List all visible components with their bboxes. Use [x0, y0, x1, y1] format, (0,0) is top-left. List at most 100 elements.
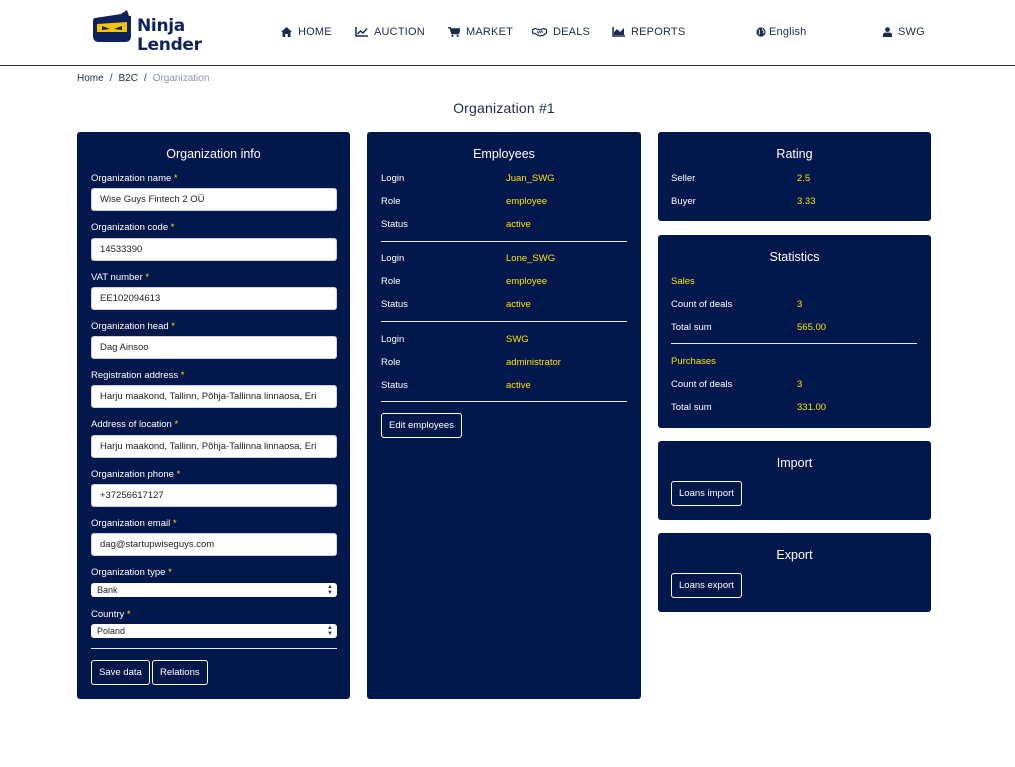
cart-icon: [448, 27, 460, 37]
employee-divider: [381, 321, 627, 322]
export-card: Export Loans export: [658, 533, 931, 612]
purchases-heading: Purchases: [671, 356, 716, 367]
registration-address-input[interactable]: Harju maakond, Tallinn, Põhja-Tallinna l…: [91, 385, 337, 408]
employee-status-label: Status: [381, 299, 408, 310]
employee-role-value: employee: [506, 276, 548, 287]
breadcrumb-home[interactable]: Home: [77, 73, 104, 84]
nav-reports-label: REPORTS: [631, 26, 686, 38]
organization-name-input[interactable]: Wise Guys Fintech 2 OÜ: [91, 188, 337, 211]
organization-info-title: Organization info: [166, 147, 261, 161]
organization-code-label: Organization code *: [91, 222, 175, 233]
address-of-location-label: Address of location *: [91, 419, 179, 430]
rating-title: Rating: [776, 147, 813, 161]
registration-address-label: Registration address *: [91, 370, 185, 381]
address-of-location-input[interactable]: Harju maakond, Tallinn, Põhja-Tallinna l…: [91, 435, 337, 458]
purchases-count-label: Count of deals: [671, 379, 733, 390]
brand-name: Ninja Lender: [137, 17, 202, 55]
brand-line-2: Lender: [137, 35, 202, 55]
loans-import-button[interactable]: Loans import: [671, 481, 742, 506]
export-title: Export: [776, 548, 813, 562]
user-icon: [883, 27, 892, 37]
language-label: English: [769, 26, 807, 38]
sales-count-label: Count of deals: [671, 299, 733, 310]
nav-deals[interactable]: DEALS: [532, 24, 590, 40]
nav-auction-label: AUCTION: [374, 26, 425, 38]
nav-auction[interactable]: AUCTION: [355, 24, 425, 40]
page-title: Organization #1: [453, 100, 555, 116]
employee-divider: [381, 401, 627, 402]
organization-info-card: Organization info Organization name * Wi…: [77, 132, 350, 699]
employee-role-value: employee: [506, 196, 548, 207]
save-data-button[interactable]: Save data: [91, 660, 150, 685]
organization-code-input[interactable]: 14533390: [91, 238, 337, 261]
loans-export-button[interactable]: Loans export: [671, 573, 742, 598]
buyer-rating-value: 3.33: [797, 196, 816, 207]
import-title: Import: [776, 456, 813, 470]
language-selector[interactable]: English: [756, 24, 806, 40]
edit-employees-button[interactable]: Edit employees: [381, 413, 462, 438]
country-value: Poland: [97, 626, 126, 636]
organization-type-value: Bank: [97, 585, 118, 595]
nav-home[interactable]: HOME: [281, 24, 332, 40]
organization-phone-input[interactable]: +37256617127: [91, 484, 337, 507]
select-arrows-icon: ▲ ▼: [327, 584, 333, 596]
organization-name-label: Organization name *: [91, 173, 178, 184]
form-divider: [91, 648, 337, 649]
employee-role-label: Role: [381, 357, 401, 368]
employee-login-value: SWG: [506, 334, 529, 345]
employee-login-label: Login: [381, 253, 405, 264]
breadcrumb-separator: /: [109, 73, 113, 84]
top-navbar: Ninja Lender HOME AUCTION MARKET DEALS R…: [0, 0, 1015, 66]
organization-phone-label: Organization phone *: [91, 469, 181, 480]
sales-total-value: 565.00: [797, 322, 827, 333]
statistics-divider: [671, 343, 917, 344]
organization-type-label: Organization type *: [91, 567, 172, 578]
statistics-title: Statistics: [769, 250, 820, 264]
organization-email-input[interactable]: dag@startupwiseguys.com: [91, 533, 337, 556]
rating-card: Rating Seller 2.5 Buyer 3.33: [658, 132, 931, 221]
country-select[interactable]: Poland ▲ ▼: [91, 624, 337, 638]
handshake-icon: [532, 27, 547, 37]
breadcrumb-separator: /: [143, 73, 147, 84]
nav-home-label: HOME: [298, 26, 332, 38]
sales-count-value: 3: [797, 299, 803, 310]
employees-title: Employees: [473, 147, 535, 161]
employee-role-value: administrator: [506, 357, 561, 368]
user-menu[interactable]: SWG: [883, 24, 925, 40]
country-label: Country *: [91, 609, 131, 620]
employee-status-value: active: [506, 219, 531, 230]
statistics-card: Statistics Sales Count of deals 3 Total …: [658, 235, 931, 428]
employee-status-label: Status: [381, 219, 408, 230]
vat-number-label: VAT number *: [91, 272, 150, 283]
home-icon: [281, 27, 292, 37]
sales-heading: Sales: [671, 276, 695, 287]
seller-rating-label: Seller: [671, 173, 696, 184]
employee-status-label: Status: [381, 380, 408, 391]
chart-line-icon: [355, 27, 368, 37]
nav-market-label: MARKET: [466, 26, 514, 38]
employee-role-label: Role: [381, 276, 401, 287]
employee-status-value: active: [506, 380, 531, 391]
organization-email-label: Organization email *: [91, 518, 177, 529]
employee-login-label: Login: [381, 334, 405, 345]
seller-rating-value: 2.5: [797, 173, 811, 184]
organization-type-select[interactable]: Bank ▲ ▼: [91, 583, 337, 597]
employees-card: Employees Login Juan_SWG Role employee S…: [367, 132, 641, 699]
buyer-rating-label: Buyer: [671, 196, 696, 207]
nav-market[interactable]: MARKET: [448, 24, 513, 40]
employee-login-value: Lone_SWG: [506, 253, 556, 264]
ninja-logo-icon: [93, 10, 131, 42]
nav-reports[interactable]: REPORTS: [612, 24, 685, 40]
breadcrumb-b2c[interactable]: B2C: [118, 73, 137, 84]
nav-deals-label: DEALS: [553, 26, 591, 38]
purchases-total-label: Total sum: [671, 402, 712, 413]
relations-button[interactable]: Relations: [152, 660, 208, 685]
organization-head-input[interactable]: Dag Ainsoo: [91, 336, 337, 359]
brand-logo[interactable]: Ninja Lender: [91, 10, 202, 56]
purchases-count-value: 3: [797, 379, 803, 390]
globe-icon: [756, 27, 766, 37]
brand-line-1: Ninja: [137, 16, 185, 36]
vat-number-input[interactable]: EE102094613: [91, 287, 337, 310]
area-chart-icon: [612, 27, 625, 37]
employee-login-value: Juan_SWG: [506, 173, 555, 184]
